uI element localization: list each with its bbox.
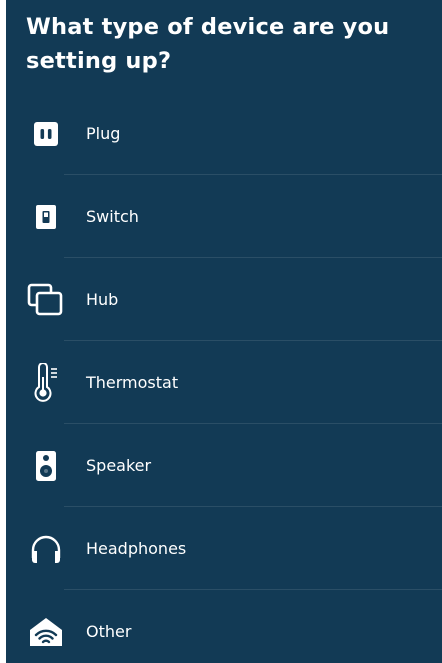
device-item-plug[interactable]: Plug — [6, 92, 442, 175]
device-item-other[interactable]: Other — [6, 590, 442, 663]
device-type-screen: What type of device are you setting up? … — [6, 0, 442, 663]
device-item-headphones[interactable]: Headphones — [6, 507, 442, 590]
plug-icon — [24, 112, 68, 156]
device-item-thermostat[interactable]: Thermostat — [6, 341, 442, 424]
headphones-icon — [24, 527, 68, 571]
device-label-speaker: Speaker — [86, 455, 152, 475]
speaker-icon — [24, 444, 68, 488]
device-item-switch[interactable]: Switch — [6, 175, 442, 258]
thermostat-icon — [24, 361, 68, 405]
page-title: What type of device are you setting up? — [26, 14, 390, 74]
hub-icon — [24, 278, 68, 322]
wifi-home-icon — [24, 610, 68, 654]
device-type-list: Plug Switch Hub Thermostat Speaker Headp… — [6, 92, 442, 663]
device-label-switch: Switch — [86, 206, 139, 226]
device-item-hub[interactable]: Hub — [6, 258, 442, 341]
device-item-speaker[interactable]: Speaker — [6, 424, 442, 507]
switch-icon — [24, 195, 68, 239]
device-label-plug: Plug — [86, 123, 121, 143]
device-label-headphones: Headphones — [86, 538, 187, 558]
device-label-hub: Hub — [86, 289, 119, 309]
device-label-other: Other — [86, 621, 132, 641]
device-label-thermostat: Thermostat — [86, 372, 179, 392]
